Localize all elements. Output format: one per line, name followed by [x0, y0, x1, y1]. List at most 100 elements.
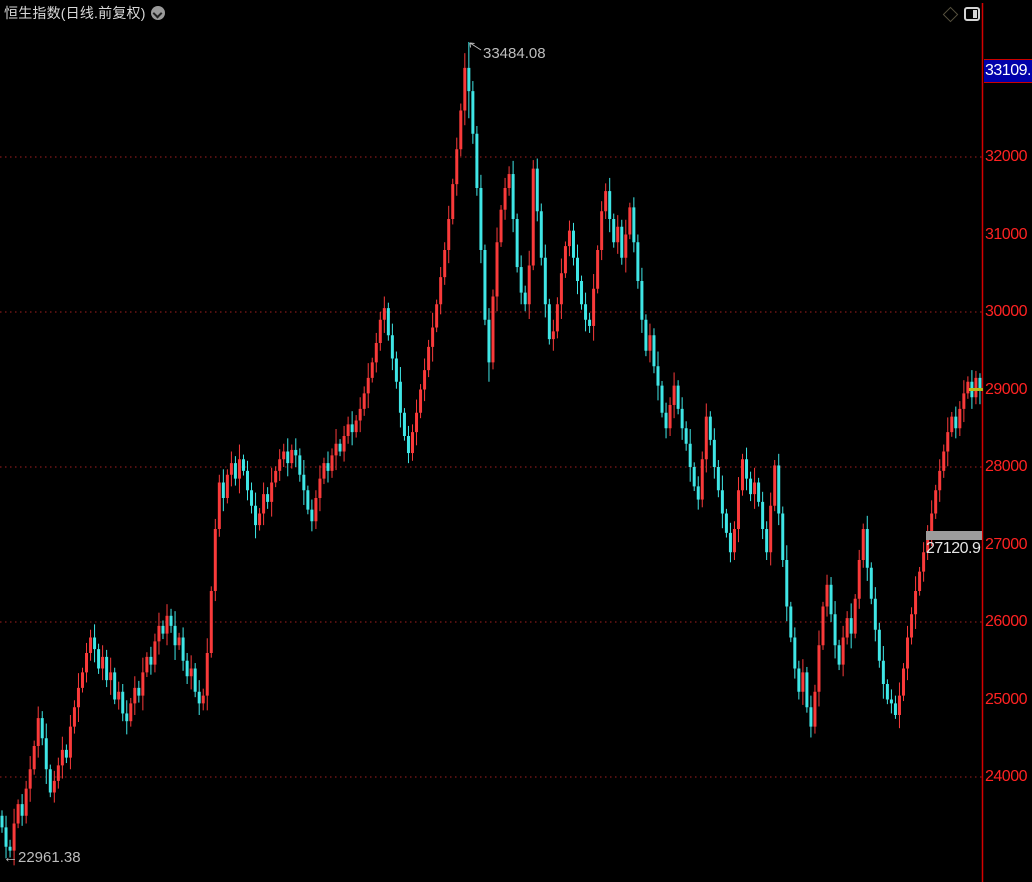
candle-body — [97, 649, 100, 668]
candle-body — [721, 490, 724, 513]
candle-body — [129, 703, 132, 721]
candle-body — [125, 713, 128, 721]
candle-body — [886, 684, 889, 700]
candle-body — [962, 393, 965, 409]
candle-body — [347, 424, 350, 436]
candle-body — [407, 436, 410, 453]
candle-body — [463, 68, 466, 111]
candle-body — [447, 219, 450, 250]
candle-body — [399, 382, 402, 413]
candle-body — [504, 188, 507, 210]
candle-body — [431, 328, 434, 347]
candle-body — [270, 483, 273, 502]
candle-body — [552, 331, 555, 339]
candle-body — [673, 386, 676, 405]
candle-body — [644, 320, 647, 351]
candle-body — [161, 626, 164, 634]
candle-body — [326, 463, 329, 471]
candle-body — [391, 335, 394, 358]
candle-body — [202, 696, 205, 704]
candle-body — [942, 452, 945, 471]
chevron-down-icon[interactable] — [151, 6, 165, 20]
candle-body — [773, 465, 776, 505]
candle-body — [475, 134, 478, 188]
candle-body — [584, 304, 587, 320]
candle-body — [665, 413, 668, 429]
candle-body — [528, 266, 531, 305]
candle-body — [258, 514, 261, 526]
candle-body — [934, 490, 937, 513]
candle-body — [246, 471, 249, 490]
candle-body — [250, 490, 253, 506]
candle-body — [17, 804, 20, 823]
candle-body — [592, 289, 595, 326]
candle-body — [278, 459, 281, 471]
candle-body — [459, 111, 462, 150]
candle-body — [182, 638, 185, 661]
peak-arrow-icon — [470, 43, 481, 50]
candle-body — [109, 672, 112, 680]
candle-body — [874, 599, 877, 630]
candle-body — [65, 750, 68, 758]
split-panel-icon[interactable] — [964, 7, 980, 21]
candle-body — [709, 417, 712, 440]
candle-body — [918, 572, 921, 591]
candle-body — [435, 304, 438, 327]
candle-body — [359, 409, 362, 421]
candle-body — [608, 191, 611, 219]
diamond-icon[interactable] — [943, 6, 959, 22]
candle-body — [274, 471, 277, 483]
candle-body — [640, 281, 643, 320]
candle-body — [13, 824, 16, 851]
candle-body — [713, 440, 716, 467]
candle-body — [53, 781, 56, 793]
candle-body — [226, 475, 229, 498]
candle-body — [862, 529, 865, 560]
candle-body — [387, 308, 390, 335]
candle-body — [496, 242, 499, 296]
candle-body — [902, 669, 905, 696]
candle-body — [866, 529, 869, 568]
last-price-marker-bar — [926, 531, 982, 540]
candle-body — [781, 514, 784, 561]
candle-body — [669, 405, 672, 428]
candle-body — [206, 653, 209, 696]
candle-body — [906, 638, 909, 669]
candle-body — [842, 638, 845, 665]
candle-body — [733, 529, 736, 552]
candle-body — [681, 409, 684, 428]
candle-body — [415, 413, 418, 432]
candle-body — [890, 700, 893, 704]
candle-body — [77, 688, 80, 707]
candle-body — [520, 267, 523, 293]
candle-body — [262, 494, 265, 513]
candle-body — [516, 219, 519, 267]
candle-body — [809, 707, 812, 726]
candle-body — [548, 304, 551, 339]
candle-body — [294, 450, 297, 455]
candle-body — [878, 630, 881, 661]
candle-body — [628, 207, 631, 234]
candle-body — [737, 490, 740, 529]
candlestick-chart[interactable] — [0, 0, 1032, 882]
candle-body — [133, 688, 136, 704]
candle-body — [198, 692, 201, 704]
candle-body — [789, 607, 792, 638]
candle-body — [753, 483, 756, 495]
candle-body — [745, 459, 748, 478]
candle-body — [222, 483, 225, 499]
candle-body — [25, 789, 28, 816]
candle-body — [705, 417, 708, 460]
candle-body — [37, 718, 40, 746]
candle-body — [335, 444, 338, 456]
candle-body — [310, 510, 313, 522]
candle-body — [1, 816, 4, 828]
candle-body — [73, 707, 76, 726]
candle-body — [29, 769, 32, 788]
candle-body — [580, 281, 583, 304]
candle-body — [423, 370, 426, 389]
candle-body — [749, 479, 752, 495]
candle-body — [922, 552, 925, 571]
candle-body — [331, 455, 334, 471]
candle-body — [729, 533, 732, 552]
